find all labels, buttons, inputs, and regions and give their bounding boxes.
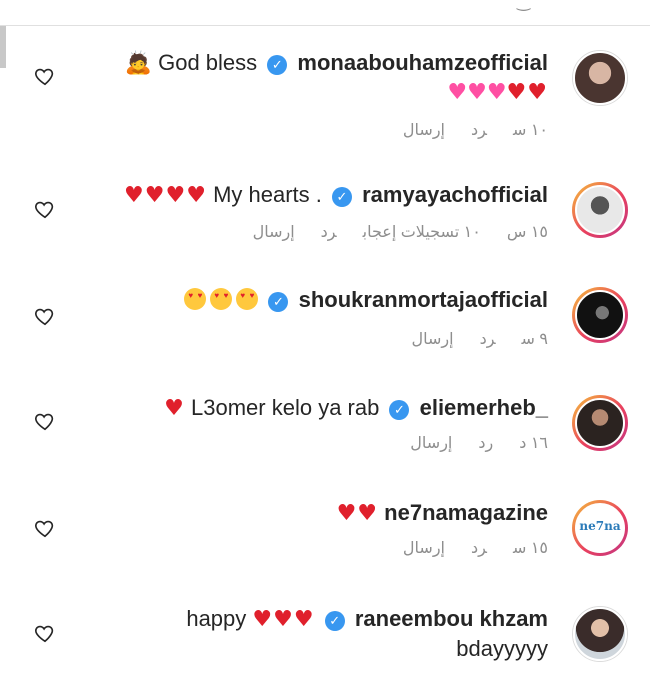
hearts-emoji: ♥♥♥	[252, 607, 315, 632]
comment-username[interactable]: eliemerheb_	[420, 395, 548, 420]
comment-text-line2: bdayyyyy	[456, 636, 548, 661]
comment-username[interactable]: monaabouhamzeofficial	[297, 50, 548, 75]
scrollbar[interactable]	[0, 26, 6, 68]
comment-username[interactable]: ne7namagazine	[384, 500, 548, 525]
heart-emoji: ♥	[164, 396, 185, 421]
like-heart-icon[interactable]	[34, 198, 56, 220]
comment-time: ١٠ س	[512, 122, 548, 139]
verified-badge-icon: ✓	[267, 55, 288, 75]
avatar[interactable]	[572, 287, 628, 343]
send-link[interactable]: إرسال	[412, 331, 454, 348]
like-heart-icon[interactable]	[34, 622, 56, 644]
truncated-text: ‿	[517, 0, 530, 11]
comment-text: L3omer kelo ya rab	[191, 395, 380, 420]
verified-badge-icon: ✓	[389, 400, 410, 420]
hearts-emoji: ♥♥♥	[447, 80, 507, 105]
hearts-emoji: ♥♥♥♥	[124, 183, 207, 208]
comment-time: ١٥ س	[512, 540, 548, 557]
reply-link[interactable]: رد	[471, 540, 487, 557]
like-heart-icon[interactable]	[34, 517, 56, 539]
reply-link[interactable]: رد	[471, 122, 487, 139]
comment-meta: ٩ س رد إرسال	[386, 329, 548, 349]
comment-time: ٩ س	[521, 331, 548, 348]
comment-meta: ١٥ س ١٠ تسجيلات إعجاب رد إرسال	[227, 222, 548, 242]
hearts-emoji: ♥♥	[336, 501, 379, 526]
comment-meta: ١٠ س رد إرسال	[377, 120, 548, 140]
like-heart-icon[interactable]	[34, 65, 56, 87]
comment-text: happy	[186, 606, 247, 631]
comment-time: ١٥ س	[506, 224, 548, 241]
send-link[interactable]: إرسال	[403, 122, 445, 139]
avatar[interactable]	[572, 395, 628, 451]
avatar[interactable]	[572, 606, 628, 662]
verified-badge-icon: ✓	[324, 611, 345, 631]
verified-badge-icon: ✓	[268, 292, 289, 312]
send-link[interactable]: إرسال	[403, 540, 445, 557]
comment-meta: ١٥ س رد إرسال	[377, 538, 548, 558]
like-heart-icon[interactable]	[34, 305, 56, 327]
previous-comment-divider: ‿	[0, 0, 650, 26]
avatar[interactable]	[572, 50, 628, 106]
reply-link[interactable]: رد	[321, 224, 337, 241]
comment-meta: ١٦ د رد إرسال	[384, 433, 548, 453]
avatar[interactable]	[572, 182, 628, 238]
send-link[interactable]: إرسال	[410, 435, 452, 452]
comment-text: God bless	[158, 50, 258, 75]
reply-link[interactable]: رد	[480, 331, 496, 348]
avatar[interactable]: ne7na	[572, 500, 628, 556]
likes-count[interactable]: ١٠ تسجيلات إعجاب	[363, 224, 481, 241]
magazine-logo-text: ne7na	[579, 519, 621, 533]
heart-eyes-emoji	[180, 287, 259, 312]
comment-username[interactable]: shoukranmortajaofficial	[299, 287, 548, 312]
verified-badge-icon: ✓	[332, 187, 352, 207]
like-heart-icon[interactable]	[34, 410, 56, 432]
comment-text: My hearts .	[213, 182, 322, 207]
comment-username[interactable]: ramyayachofficial	[362, 182, 548, 207]
reply-link[interactable]: رد	[478, 435, 493, 452]
comment-username[interactable]: raneembou khzam	[355, 606, 548, 631]
comment-time: ١٦ د	[519, 435, 548, 452]
praying-emoji: 🙇	[124, 51, 152, 76]
send-link[interactable]: إرسال	[253, 224, 295, 241]
